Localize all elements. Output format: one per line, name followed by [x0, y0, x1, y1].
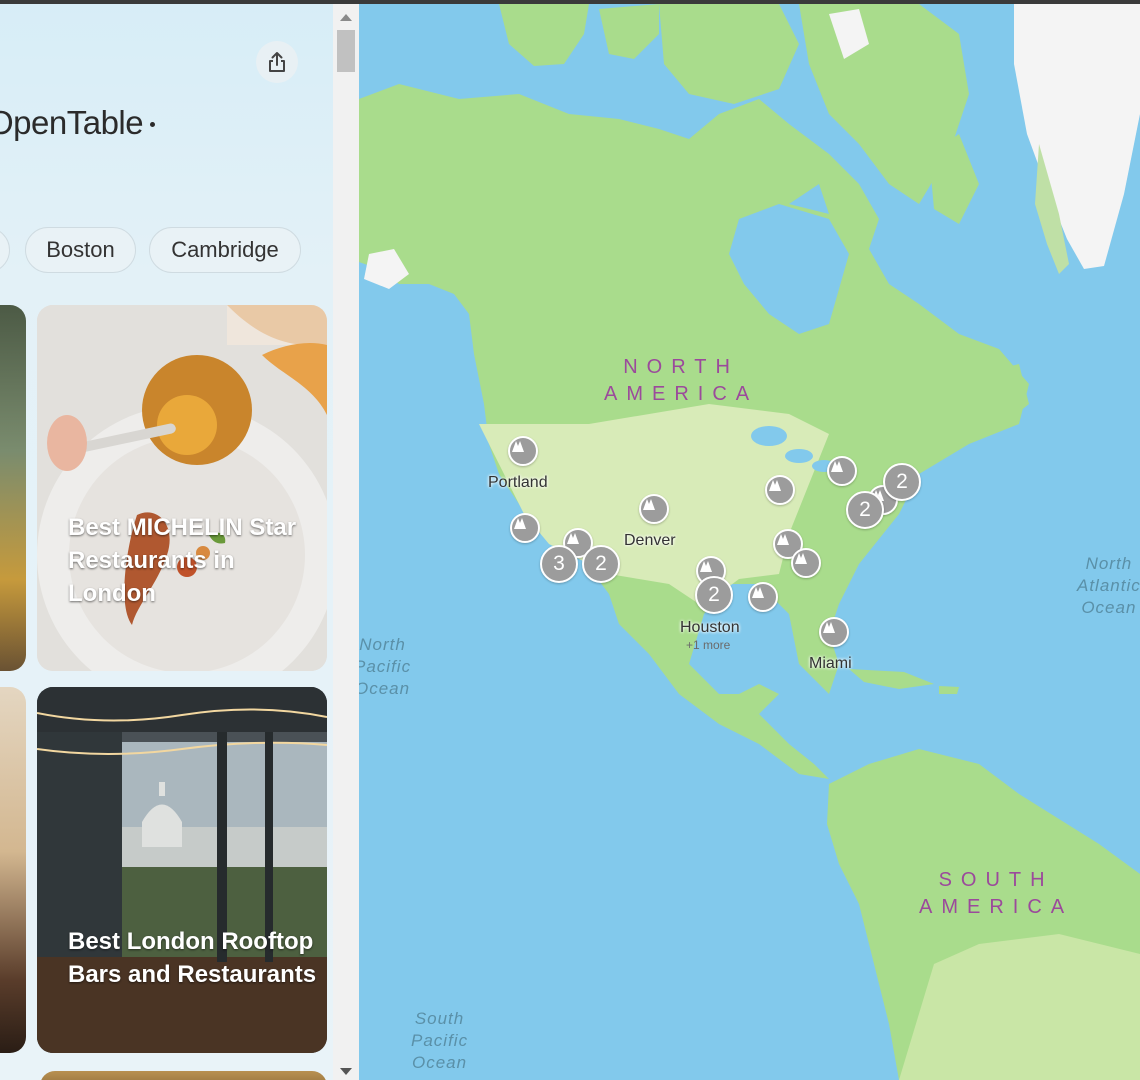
restaurant-pin-icon: [514, 518, 526, 529]
guide-card-rooftop[interactable]: Best London Rooftop Bars and Restaurants: [37, 687, 327, 1053]
restaurant-pin-icon: [700, 561, 712, 572]
city-chip-previous[interactable]: [0, 227, 10, 273]
restaurant-cluster[interactable]: 2: [695, 576, 733, 614]
scroll-up-arrow-icon[interactable]: [340, 14, 352, 21]
sidebar: OpenTable Boston Cambridge Best MICHELIN…: [0, 4, 333, 1080]
guide-card-partial[interactable]: [0, 305, 26, 671]
restaurant-pin-icon: [643, 499, 655, 510]
restaurant-pin[interactable]: [508, 436, 538, 466]
brand-logo-mark: [150, 122, 155, 127]
map-view[interactable]: NORTH AMERICA SOUTH AMERICA North Pacifi…: [359, 4, 1140, 1080]
restaurant-pin-icon: [752, 587, 764, 598]
share-button[interactable]: [256, 41, 298, 83]
restaurant-pin[interactable]: [819, 617, 849, 647]
brand-logo[interactable]: OpenTable: [0, 104, 144, 142]
ocean-label-south-pacific: South Pacific Ocean: [411, 1009, 469, 1072]
restaurant-cluster[interactable]: 3: [540, 545, 578, 583]
restaurant-pin-icon: [512, 441, 524, 452]
continent-label-south-america: SOUTH AMERICA: [919, 869, 1074, 918]
city-chip-boston[interactable]: Boston: [25, 227, 136, 273]
continent-label-north-america: NORTH AMERICA: [604, 356, 759, 405]
restaurant-pin-icon: [769, 480, 781, 491]
city-label-miami: Miami: [809, 655, 852, 672]
card-photo: [37, 305, 327, 671]
sidebar-scrollbar[interactable]: [333, 4, 359, 1080]
restaurant-pin[interactable]: [827, 456, 857, 486]
city-label-portland: Portland: [488, 474, 548, 491]
restaurant-pin[interactable]: [791, 548, 821, 578]
restaurant-pin[interactable]: [510, 513, 540, 543]
guide-card-michelin[interactable]: Best MICHELIN Star Restaurants in London: [37, 305, 327, 671]
restaurant-cluster[interactable]: 2: [582, 545, 620, 583]
restaurant-cluster[interactable]: 2: [846, 491, 884, 529]
scrollbar-thumb[interactable]: [337, 30, 355, 72]
city-label-houston: Houston: [680, 619, 740, 636]
restaurant-pin-icon: [567, 533, 579, 544]
ocean-label-north-pacific: North Pacific Ocean: [359, 635, 412, 698]
card-photo: [37, 687, 327, 1053]
restaurant-cluster[interactable]: 2: [883, 463, 921, 501]
city-chip-cambridge[interactable]: Cambridge: [149, 227, 301, 273]
ocean-label-north-atlantic: North Atlantic Ocean: [1077, 554, 1140, 617]
share-icon: [269, 52, 285, 72]
guide-card-title: Best MICHELIN Star Restaurants in London: [68, 514, 297, 607]
guide-card-partial[interactable]: [0, 687, 26, 1053]
restaurant-pin-icon: [777, 534, 789, 545]
city-label-houston-more: +1 more: [686, 638, 731, 652]
city-label-denver: Denver: [624, 532, 676, 549]
guide-card-title: Best London Rooftop Bars and Restaurants: [68, 928, 317, 988]
window-top-border: [0, 0, 1140, 4]
restaurant-pin[interactable]: [748, 582, 778, 612]
restaurant-pin-icon: [795, 553, 807, 564]
restaurant-pin-icon: [831, 461, 843, 472]
restaurant-pin[interactable]: [639, 494, 669, 524]
guide-card-next[interactable]: [40, 1071, 327, 1080]
restaurant-pin-icon: [823, 622, 835, 633]
scroll-down-arrow-icon[interactable]: [340, 1068, 352, 1075]
restaurant-pin[interactable]: [765, 475, 795, 505]
